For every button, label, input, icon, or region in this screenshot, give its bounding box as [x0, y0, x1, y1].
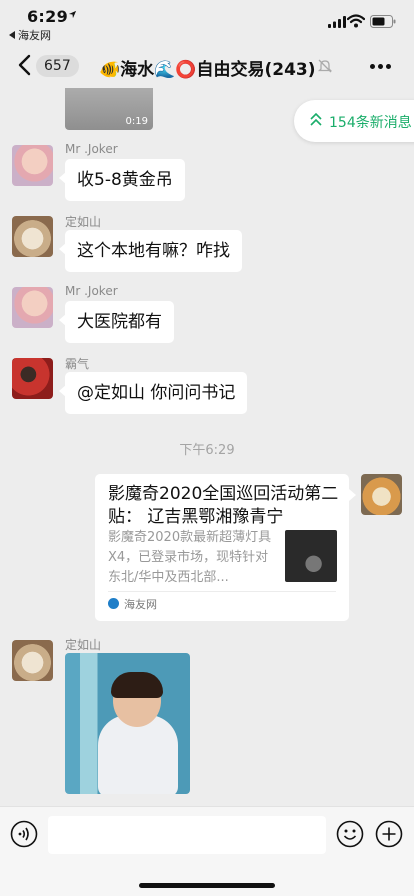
message-bubble[interactable]: 这个本地有嘛？咋找	[59, 230, 242, 272]
video-message[interactable]: 0:19	[65, 88, 153, 130]
self-avatar[interactable]	[361, 474, 402, 515]
wifi-icon	[347, 14, 365, 28]
message-input[interactable]	[48, 816, 326, 854]
link-card-title: 影魔奇2020全国巡回活动第二贴： 辽吉黑鄂湘豫青宁	[108, 484, 339, 527]
double-chevron-up-icon	[310, 113, 322, 126]
link-card-description: 影魔奇2020款最新超薄灯具X4，已登录市场，现特针对东北/华中及西北部...	[108, 530, 272, 585]
group-title: 🐠海水🌊⭕自由交易(243)	[99, 60, 316, 80]
back-triangle-icon	[9, 31, 15, 39]
avatar[interactable]	[12, 358, 53, 399]
source-logo-icon	[108, 598, 119, 609]
message-bubble[interactable]: @定如山 你问问书记	[58, 372, 248, 414]
link-card[interactable]: 影魔奇2020全国巡回活动第二贴： 辽吉黑鄂湘豫青宁 影魔奇2020款最新超薄灯…	[95, 474, 356, 621]
message-bubble[interactable]: 收5-8黄金吊	[59, 159, 185, 201]
chat-header: 657 🐠海水🌊⭕自由交易(243)	[0, 44, 414, 88]
photo-content	[111, 672, 163, 698]
status-time: 6:29	[27, 7, 68, 26]
cellular-signal-icon	[328, 16, 346, 28]
home-indicator	[139, 883, 275, 888]
link-card-source: 海友网	[108, 596, 157, 612]
sender-name: 定如山	[65, 638, 102, 652]
emoji-icon[interactable]	[336, 820, 364, 848]
mute-bell-icon	[317, 59, 333, 73]
divider	[108, 591, 336, 592]
avatar[interactable]	[12, 216, 53, 257]
back-to-app-link[interactable]: 海友网	[9, 27, 51, 43]
plus-icon[interactable]	[375, 820, 403, 848]
more-dots-icon[interactable]	[370, 64, 392, 70]
message-list[interactable]: 0:19 154条新消息 Mr .Joker 收5-8黄金吊 定如山 这个本地有…	[0, 88, 414, 806]
new-messages-button[interactable]: 154条新消息	[294, 100, 414, 142]
location-arrow-icon	[68, 10, 77, 19]
time-separator: 下午6:29	[179, 443, 235, 458]
back-chevron-icon[interactable]	[17, 54, 33, 76]
voice-icon[interactable]	[10, 820, 38, 848]
video-duration: 0:19	[125, 116, 148, 127]
avatar[interactable]	[12, 640, 53, 681]
avatar[interactable]	[12, 145, 53, 186]
unread-count-badge[interactable]: 657	[36, 55, 79, 77]
battery-icon	[370, 15, 396, 28]
message-bubble[interactable]: 大医院都有	[59, 301, 174, 343]
link-card-thumbnail	[285, 530, 337, 582]
avatar[interactable]	[12, 287, 53, 328]
sender-name: 定如山	[65, 215, 102, 229]
sender-name: Mr .Joker	[65, 284, 118, 298]
sender-name: 霸气	[65, 357, 90, 371]
sender-name: Mr .Joker	[65, 142, 118, 156]
back-app-label: 海友网	[18, 29, 51, 42]
new-messages-label: 154条新消息	[329, 115, 412, 131]
link-card-source-label: 海友网	[124, 598, 157, 611]
status-bar: 6:29 海友网	[0, 0, 414, 44]
image-message[interactable]	[65, 653, 190, 794]
input-bar	[0, 806, 414, 896]
